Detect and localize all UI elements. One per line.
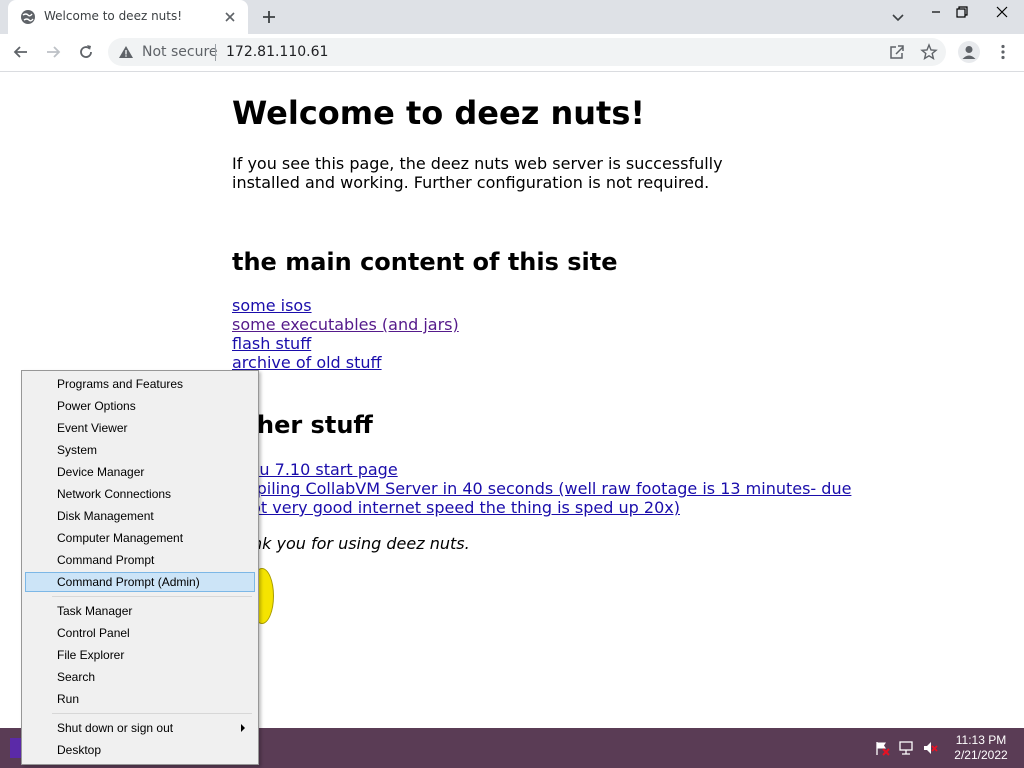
menu-item-computer-management[interactable]: Computer Management [25,528,255,548]
main-links: some isos some executables (and jars) fl… [232,296,459,372]
link-archive[interactable]: archive of old stuff [232,353,459,372]
page-title: Welcome to deez nuts! [232,94,645,132]
menu-item-label: Power Options [57,399,136,413]
system-clock[interactable]: 11:13 PM 2/21/2022 [948,733,1014,763]
menu-item-label: Network Connections [57,487,172,501]
link-isos[interactable]: some isos [232,296,459,315]
volume-muted-icon[interactable] [922,740,938,756]
menu-item-label: System [57,443,98,457]
menu-item-label: Device Manager [57,465,145,479]
menu-item-search[interactable]: Search [25,667,255,687]
reload-icon[interactable] [77,43,95,61]
menu-item-system[interactable]: System [25,440,255,460]
menu-item-label: Task Manager [57,604,133,618]
menu-item-label: File Explorer [57,648,125,662]
minimize-icon[interactable] [928,4,944,20]
back-icon[interactable] [12,43,30,61]
profile-avatar[interactable] [958,41,980,63]
menu-item-run[interactable]: Run [25,689,255,709]
address-bar[interactable]: Not secure 172.81.110.61 [108,38,946,66]
menu-separator [52,596,252,597]
menu-item-label: Shut down or sign out [57,721,174,735]
menu-separator [52,713,252,714]
menu-item-label: Command Prompt (Admin) [57,575,200,589]
section-heading-other: her stuff [257,411,373,439]
url-text[interactable]: 172.81.110.61 [226,44,328,60]
intro-text: If you see this page, the deez nuts web … [232,154,723,192]
omnibox-divider [215,44,216,61]
globe-icon [21,10,35,24]
clock-time: 11:13 PM [955,733,1007,747]
menu-item-control-panel[interactable]: Control Panel [25,623,255,643]
menu-item-desktop[interactable]: Desktop [25,740,255,760]
menu-item-task-manager[interactable]: Task Manager [25,601,255,621]
menu-item-label: Command Prompt [57,553,155,567]
link-executables[interactable]: some executables (and jars) [232,315,459,334]
link-ubuntu[interactable]: ntu 7.10 start page [243,460,851,479]
menu-item-device-manager[interactable]: Device Manager [25,462,255,482]
menu-item-power-options[interactable]: Power Options [25,396,255,416]
forward-icon[interactable] [44,43,62,61]
tab-strip: Welcome to deez nuts! [0,0,1024,34]
share-icon[interactable] [888,43,906,61]
new-tab-icon[interactable] [260,8,278,26]
other-links: ntu 7.10 start page mpiling CollabVM Ser… [241,460,851,517]
warning-icon[interactable] [118,44,134,60]
menu-item-disk-management[interactable]: Disk Management [25,506,255,526]
browser-tab[interactable]: Welcome to deez nuts! [8,0,248,34]
link-collabvm-cont[interactable]: not very good internet speed the thing i… [241,498,851,517]
menu-item-label: Run [57,692,80,706]
window-close-icon[interactable] [994,4,1010,20]
tab-title: Welcome to deez nuts! [44,9,183,23]
menu-item-shut-down-or-sign-out[interactable]: Shut down or sign out [25,718,255,738]
menu-item-label: Search [57,670,96,684]
restore-icon[interactable] [954,4,970,20]
close-tab-icon[interactable] [222,9,238,25]
winx-context-menu: Programs and Features Power Options Even… [21,370,259,765]
menu-item-label: Desktop [57,743,102,757]
clock-date: 2/21/2022 [954,748,1008,762]
action-center-flag-icon[interactable] [874,740,890,756]
menu-item-label: Event Viewer [57,421,128,435]
more-menu-icon[interactable] [994,43,1012,61]
submenu-arrow-icon [241,724,245,732]
section-heading-main: the main content of this site [232,248,618,276]
bookmark-star-icon[interactable] [920,43,938,61]
link-collabvm[interactable]: mpiling CollabVM Server in 40 seconds (w… [241,479,851,498]
link-flash[interactable]: flash stuff [232,334,459,353]
menu-item-programs-and-features[interactable]: Programs and Features [25,374,255,394]
menu-item-label: Programs and Features [57,377,184,391]
menu-item-label: Disk Management [57,509,154,523]
menu-item-label: Computer Management [57,531,184,545]
menu-item-network-connections[interactable]: Network Connections [25,484,255,504]
menu-item-command-prompt-admin[interactable]: Command Prompt (Admin) [25,572,255,592]
thanks-text: nk you for using deez nuts. [252,534,470,553]
menu-item-event-viewer[interactable]: Event Viewer [25,418,255,438]
browser-toolbar: Not secure 172.81.110.61 [0,34,1024,72]
menu-item-file-explorer[interactable]: File Explorer [25,645,255,665]
tab-search-chevron-icon[interactable] [890,9,906,25]
security-label[interactable]: Not secure [142,44,218,60]
person-icon [962,46,976,59]
menu-item-command-prompt[interactable]: Command Prompt [25,550,255,570]
menu-item-label: Control Panel [57,626,130,640]
network-icon[interactable] [898,740,914,756]
